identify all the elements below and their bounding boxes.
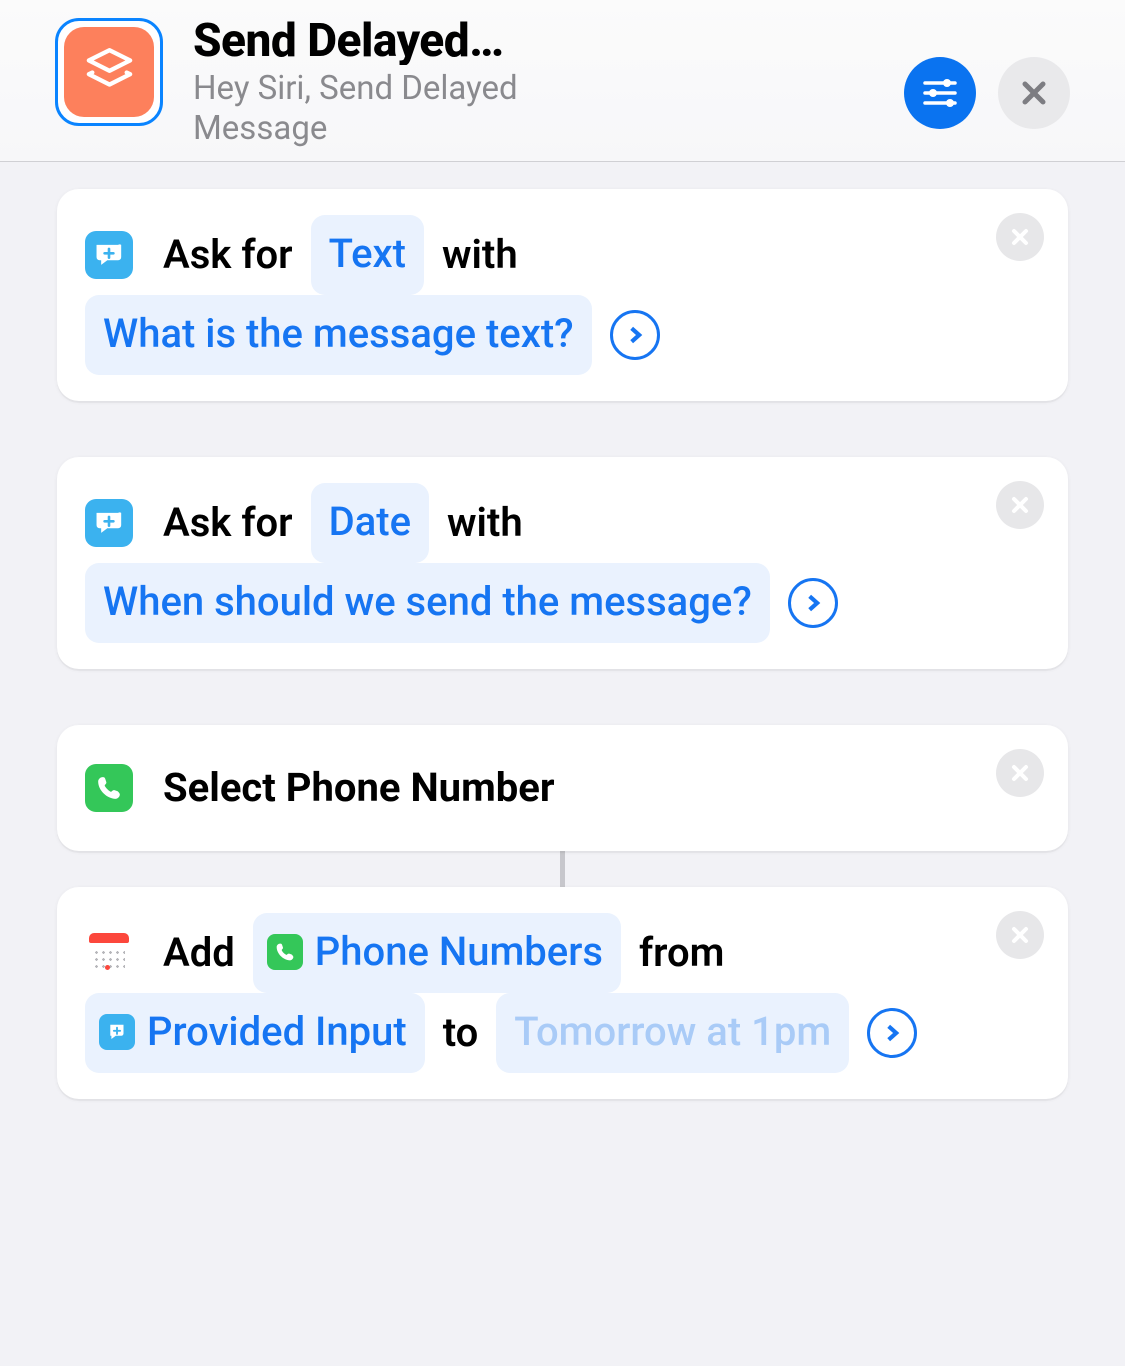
actions-canvas: Ask for Text with What is the message te… bbox=[0, 162, 1125, 1099]
ask-input-icon bbox=[85, 499, 133, 547]
phone-icon bbox=[85, 764, 133, 812]
select-phone-label: Select Phone Number bbox=[163, 751, 554, 825]
phone-mini-icon bbox=[267, 934, 303, 970]
ask-with: with bbox=[447, 486, 523, 560]
ask-with: with bbox=[442, 218, 518, 292]
action-body: Ask for Text with What is the message te… bbox=[85, 215, 1040, 375]
ask-type-pill[interactable]: Date bbox=[311, 483, 429, 563]
add-verb: Add bbox=[163, 916, 235, 990]
action-select-phone-number[interactable]: Select Phone Number bbox=[57, 725, 1068, 851]
provided-input-token-label: Provided Input bbox=[147, 995, 407, 1069]
settings-button[interactable] bbox=[904, 57, 976, 129]
action-body: Ask for Date with When should we send th… bbox=[85, 483, 1040, 643]
calendar-icon bbox=[85, 929, 133, 977]
x-icon bbox=[1009, 924, 1031, 946]
close-button[interactable] bbox=[998, 57, 1070, 129]
action-body: Select Phone Number bbox=[85, 751, 1040, 825]
shortcut-title[interactable]: Send Delayed… bbox=[193, 17, 874, 65]
expand-button[interactable] bbox=[788, 578, 838, 628]
provided-input-token[interactable]: Provided Input bbox=[85, 993, 425, 1073]
header-bar: Send Delayed… Hey Siri, Send Delayed Mes… bbox=[0, 0, 1125, 162]
expand-button[interactable] bbox=[867, 1008, 917, 1058]
action-ask-for-text[interactable]: Ask for Text with What is the message te… bbox=[57, 189, 1068, 401]
ask-type-pill[interactable]: Text bbox=[311, 215, 424, 295]
ask-verb: Ask for bbox=[163, 218, 293, 292]
x-icon bbox=[1009, 762, 1031, 784]
ask-prompt-pill[interactable]: When should we send the message? bbox=[85, 563, 770, 643]
chevron-right-icon bbox=[882, 1023, 902, 1043]
x-icon bbox=[1009, 494, 1031, 516]
phone-numbers-token[interactable]: Phone Numbers bbox=[253, 913, 621, 993]
chevron-right-icon bbox=[803, 593, 823, 613]
action-connector bbox=[57, 851, 1068, 887]
title-block: Send Delayed… Hey Siri, Send Delayed Mes… bbox=[193, 15, 874, 148]
expand-button[interactable] bbox=[610, 310, 660, 360]
input-mini-icon bbox=[99, 1014, 135, 1050]
date-placeholder-pill[interactable]: Tomorrow at 1pm bbox=[496, 993, 849, 1073]
shortcut-subtitle: Hey Siri, Send Delayed Message bbox=[193, 69, 623, 148]
header-buttons bbox=[904, 57, 1070, 129]
ask-input-icon bbox=[85, 231, 133, 279]
chevron-right-icon bbox=[625, 325, 645, 345]
close-icon bbox=[1014, 73, 1054, 113]
shortcut-icon[interactable] bbox=[55, 18, 163, 126]
shortcut-glyph-icon bbox=[64, 27, 154, 117]
x-icon bbox=[1009, 226, 1031, 248]
add-to: to bbox=[443, 996, 479, 1070]
action-add-calendar[interactable]: Add Phone Numbers from Provided Input to… bbox=[57, 887, 1068, 1099]
add-from: from bbox=[639, 916, 724, 990]
ask-prompt-pill[interactable]: What is the message text? bbox=[85, 295, 592, 375]
action-ask-for-date[interactable]: Ask for Date with When should we send th… bbox=[57, 457, 1068, 669]
ask-verb: Ask for bbox=[163, 486, 293, 560]
action-body: Add Phone Numbers from Provided Input to… bbox=[85, 913, 1040, 1073]
sliders-icon bbox=[920, 73, 960, 113]
phone-numbers-token-label: Phone Numbers bbox=[315, 915, 603, 989]
